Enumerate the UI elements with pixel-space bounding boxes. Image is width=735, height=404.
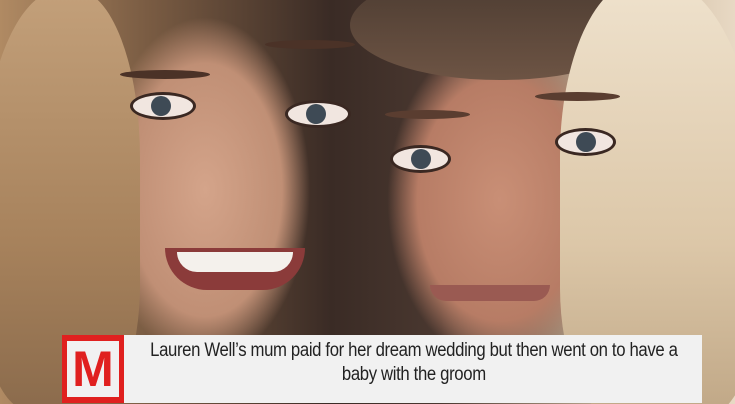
- eye: [130, 92, 196, 120]
- caption-text: Lauren Well’s mum paid for her dream wed…: [150, 340, 678, 385]
- eye: [285, 100, 351, 128]
- brow: [385, 110, 470, 119]
- brow: [120, 70, 210, 79]
- brow: [265, 40, 355, 49]
- logo-inner: M: [67, 341, 119, 397]
- logo: M: [62, 335, 124, 403]
- mouth: [165, 248, 305, 290]
- eye: [555, 128, 616, 156]
- caption-bar: M Lauren Well’s mum paid for her dream w…: [62, 335, 702, 403]
- eye: [390, 145, 451, 173]
- logo-letter: M: [72, 341, 114, 397]
- brow: [535, 92, 620, 101]
- mouth: [430, 285, 550, 301]
